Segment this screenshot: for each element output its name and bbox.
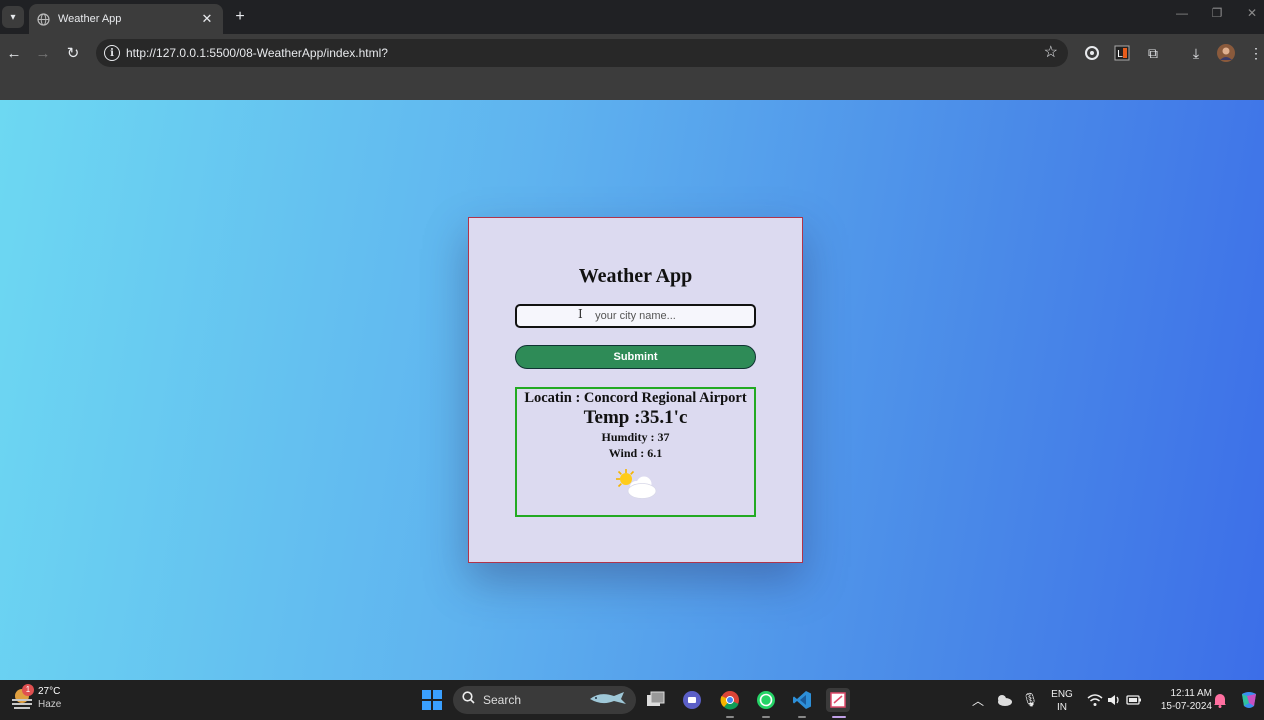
haze-icon: 1 (10, 684, 34, 710)
microphone-icon[interactable]: 🎙 (1018, 688, 1042, 712)
extension-icon[interactable] (1082, 43, 1102, 63)
globe-icon (37, 12, 50, 26)
language-indicator[interactable]: ENG IN (1046, 688, 1078, 714)
windows-start-icon[interactable] (420, 688, 444, 712)
tab-search-button[interactable]: ▾ (2, 6, 24, 28)
location-text: Locatin : Concord Regional Airport (524, 390, 747, 406)
reload-button[interactable]: ↻ (63, 43, 83, 63)
tab-close-icon[interactable]: ✕ (199, 11, 215, 27)
onedrive-icon[interactable] (992, 688, 1016, 712)
copilot-icon[interactable] (1237, 688, 1261, 712)
lighthouse-extension-icon[interactable]: L (1112, 43, 1132, 63)
back-button[interactable]: ← (4, 43, 24, 63)
minimize-button[interactable]: — (1172, 6, 1192, 20)
weather-card: Weather App I Submint Locatin : Concord … (468, 217, 803, 563)
svg-text:L: L (1117, 49, 1123, 60)
search-icon (462, 691, 475, 709)
bookmark-star-icon[interactable]: ☆ (1044, 42, 1058, 62)
whatsapp-icon[interactable] (754, 688, 778, 712)
temperature-text: Temp :35.1'c (583, 407, 688, 428)
clock[interactable]: 12:11 AM 15-07-2024 (1150, 687, 1212, 713)
restore-button[interactable]: ❐ (1207, 6, 1227, 20)
taskbar-temp: 27°C (38, 686, 61, 697)
menu-icon[interactable]: ⋮ (1246, 43, 1264, 63)
page-viewport: Weather App I Submint Locatin : Concord … (0, 100, 1264, 680)
humidity-text: Humdity : 37 (601, 430, 670, 444)
snipping-active-indicator (832, 716, 846, 718)
submit-button[interactable]: Submint (515, 345, 756, 369)
notification-bell-icon[interactable] (1208, 688, 1232, 712)
tab-title: Weather App (58, 13, 122, 25)
vscode-icon[interactable] (790, 688, 814, 712)
profile-avatar[interactable] (1216, 43, 1236, 63)
chrome-running-indicator (726, 716, 734, 718)
weather-badge: 1 (22, 684, 34, 696)
partly-cloudy-icon (612, 467, 658, 501)
taskbar-weather-widget[interactable]: 1 27°C Haze (10, 684, 62, 711)
teams-chat-icon[interactable] (680, 688, 704, 712)
clock-date: 15-07-2024 (1160, 701, 1212, 712)
search-label: Search (483, 693, 522, 707)
taskbar: 1 27°C Haze Search ︿ 🎙 ENG IN 12:11 AM 1… (0, 680, 1264, 720)
weather-result-box: Locatin : Concord Regional Airport Temp … (515, 387, 756, 517)
city-input[interactable] (515, 304, 756, 328)
snipping-tool-icon[interactable] (826, 688, 850, 712)
forward-button[interactable]: → (33, 43, 53, 63)
chrome-icon[interactable] (718, 688, 742, 712)
close-window-button[interactable]: ✕ (1242, 6, 1262, 20)
browser-toolbar: ← → ↻ i http://127.0.0.1:5500/08-Weather… (0, 34, 1264, 72)
address-bar[interactable]: i http://127.0.0.1:5500/08-WeatherApp/in… (96, 39, 1068, 67)
wind-text: Wind : 6.1 (608, 446, 663, 460)
site-info-icon[interactable]: i (104, 45, 120, 61)
tab-strip: ▾ Weather App ✕ + — ❐ ✕ (0, 0, 1264, 34)
task-view-icon[interactable] (644, 688, 668, 712)
lang-line-2: IN (1057, 702, 1067, 713)
clock-time: 12:11 AM (1170, 688, 1212, 699)
bookmark-bar (0, 72, 1264, 100)
search-highlight-icon (588, 689, 628, 712)
vscode-running-indicator (798, 716, 806, 718)
extensions-puzzle-icon[interactable]: ⧉ (1143, 43, 1163, 63)
app-title: Weather App (578, 265, 693, 287)
show-hidden-icons[interactable]: ︿ (966, 688, 990, 712)
new-tab-button[interactable]: + (230, 7, 250, 27)
whatsapp-running-indicator (762, 716, 770, 718)
battery-icon[interactable] (1122, 688, 1146, 712)
url-text: http://127.0.0.1:5500/08-WeatherApp/inde… (126, 46, 388, 60)
taskbar-condition: Haze (38, 699, 62, 710)
lang-line-1: ENG (1051, 689, 1073, 700)
text-cursor-icon: I (578, 307, 583, 321)
download-icon[interactable]: ⤓ (1186, 43, 1206, 63)
taskbar-search[interactable]: Search (453, 686, 636, 714)
browser-tab[interactable]: Weather App ✕ (29, 4, 223, 34)
